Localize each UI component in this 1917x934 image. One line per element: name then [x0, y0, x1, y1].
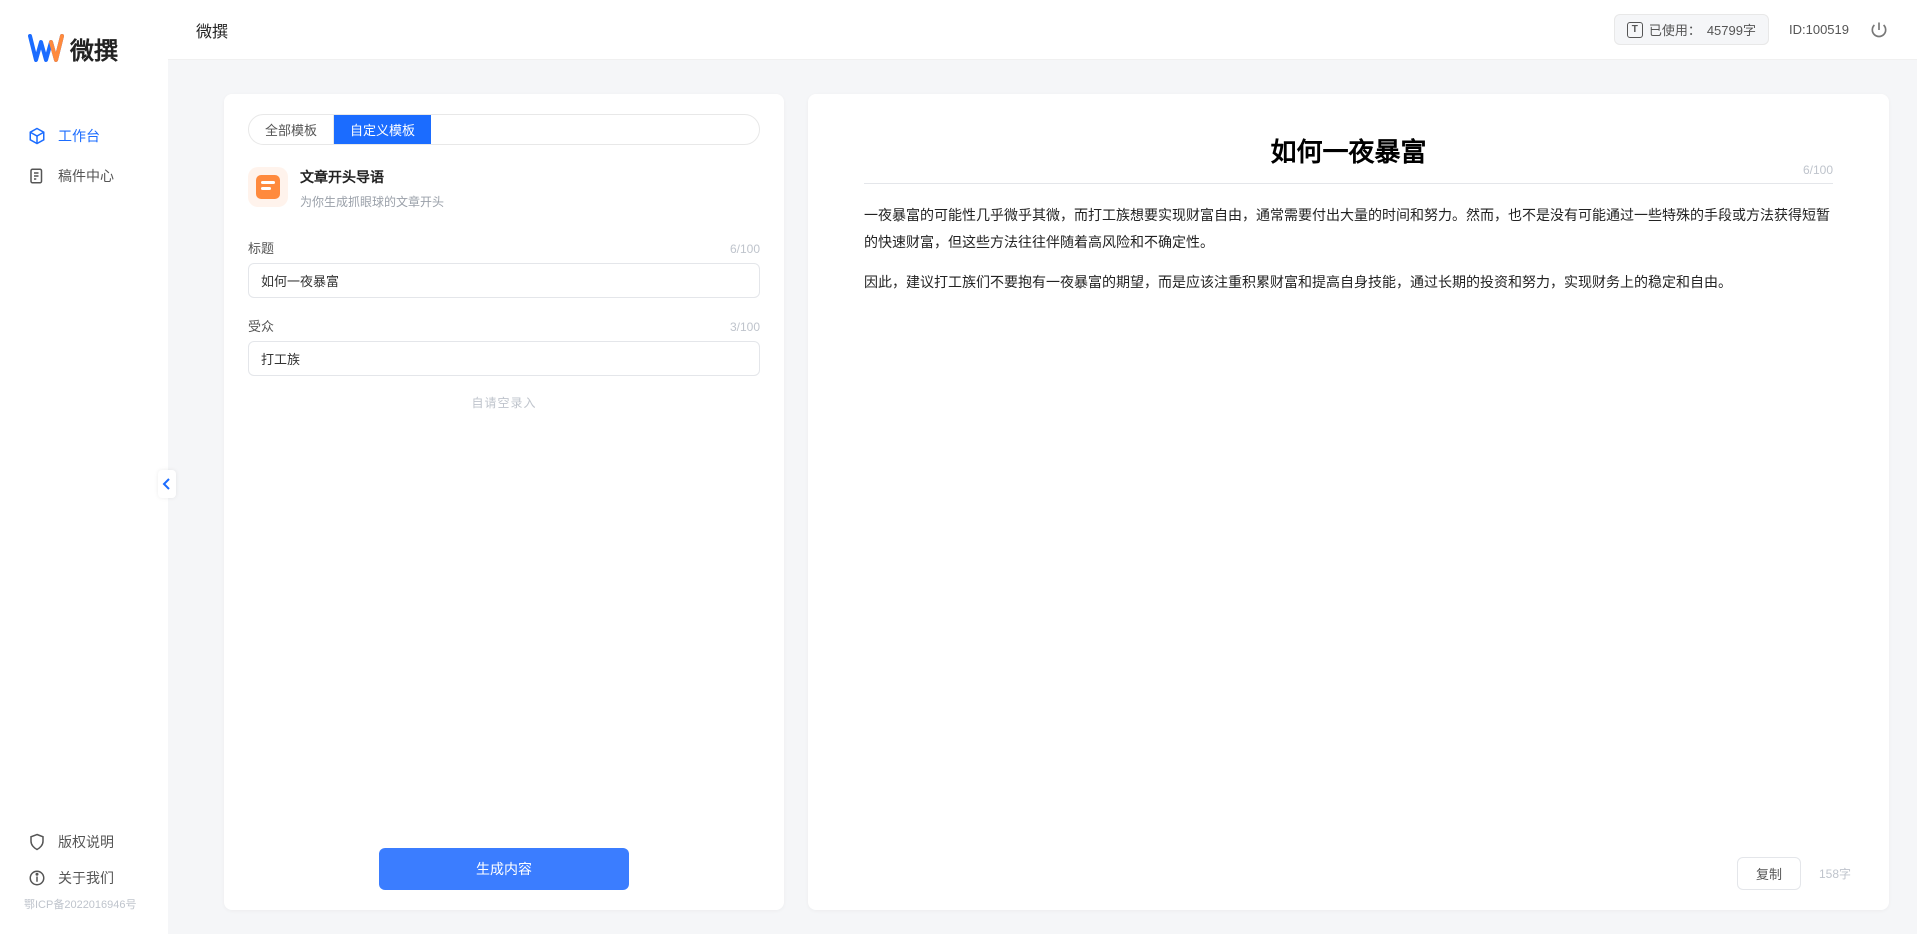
- word-count: 158字: [1819, 865, 1851, 882]
- title-count: 6/100: [730, 242, 760, 256]
- audience-input[interactable]: [248, 341, 760, 376]
- result-title: 如何一夜暴富: [864, 132, 1833, 169]
- field-audience: 受众 3/100: [248, 316, 760, 376]
- sidebar-item-label: 稿件中心: [58, 166, 114, 186]
- result-body: 一夜暴富的可能性几乎微乎其微，而打工族想要实现财富自由，通常需要付出大量的时间和…: [808, 184, 1889, 310]
- result-title-count: 6/100: [1803, 163, 1833, 177]
- audience-label: 受众: [248, 316, 274, 335]
- topbar: 微撰 T 已使用： 45799字 ID:100519: [168, 0, 1917, 60]
- sidebar-footer: 版权说明 关于我们 鄂ICP备2022016946号: [0, 824, 168, 934]
- result-footer: 复制 158字: [1737, 857, 1851, 890]
- cube-icon: [28, 127, 46, 145]
- tab-all-templates[interactable]: 全部模板: [249, 115, 334, 144]
- generate-button[interactable]: 生成内容: [379, 848, 629, 890]
- power-icon[interactable]: [1869, 20, 1889, 40]
- title-label: 标题: [248, 238, 274, 257]
- sidebar-item-label: 版权说明: [58, 832, 114, 852]
- result-paragraph: 一夜暴富的可能性几乎微乎其微，而打工族想要实现财富自由，通常需要付出大量的时间和…: [864, 202, 1833, 255]
- main-content: 全部模板 自定义模板 文章开头导语 为你生成抓眼球的文章开头 标题 6/100: [168, 60, 1917, 934]
- title-input[interactable]: [248, 263, 760, 298]
- document-lines-icon: [256, 175, 280, 199]
- usage-label: 已使用：: [1649, 20, 1701, 39]
- logo-icon: [28, 30, 64, 66]
- icp-label: 鄂ICP备2022016946号: [0, 896, 168, 922]
- field-title: 标题 6/100: [248, 238, 760, 298]
- usage-badge[interactable]: T 已使用： 45799字: [1614, 14, 1769, 45]
- app-name: 微撰: [70, 31, 118, 66]
- text-icon: T: [1627, 22, 1643, 38]
- audience-count: 3/100: [730, 320, 760, 334]
- template-tabs: 全部模板 自定义模板: [248, 114, 760, 145]
- auto-fill-hint: 自请空录入: [248, 394, 760, 411]
- input-form: 标题 6/100 受众 3/100 自请空录入: [248, 238, 760, 411]
- tab-custom-template[interactable]: 自定义模板: [334, 115, 431, 144]
- template-icon: [248, 167, 288, 207]
- template-header: 文章开头导语 为你生成抓眼球的文章开头: [248, 167, 760, 210]
- page-title: 微撰: [196, 18, 228, 42]
- sidebar-item-label: 工作台: [58, 126, 100, 146]
- sidebar-item-about[interactable]: 关于我们: [0, 860, 168, 896]
- sidebar-item-drafts[interactable]: 稿件中心: [0, 156, 168, 196]
- app-logo: 微撰: [0, 0, 168, 86]
- sidebar-item-copyright[interactable]: 版权说明: [0, 824, 168, 860]
- copy-button[interactable]: 复制: [1737, 857, 1801, 890]
- result-paragraph: 因此，建议打工族们不要抱有一夜暴富的期望，而是应该注重积累财富和提高自身技能，通…: [864, 269, 1833, 296]
- sidebar-nav: 工作台 稿件中心: [0, 116, 168, 824]
- shield-icon: [28, 833, 46, 851]
- form-panel: 全部模板 自定义模板 文章开头导语 为你生成抓眼球的文章开头 标题 6/100: [224, 94, 784, 910]
- user-id: ID:100519: [1789, 22, 1849, 37]
- document-icon: [28, 167, 46, 185]
- chevron-left-icon: [162, 478, 172, 490]
- info-icon: [28, 869, 46, 887]
- result-header: 如何一夜暴富 6/100: [864, 132, 1833, 184]
- template-desc: 为你生成抓眼球的文章开头: [300, 193, 444, 210]
- usage-value: 45799字: [1707, 20, 1756, 39]
- sidebar-item-label: 关于我们: [58, 868, 114, 888]
- sidebar-item-workbench[interactable]: 工作台: [0, 116, 168, 156]
- sidebar: 微撰 工作台 稿件中心 版权说明 关于我们 鄂ICP备2022016946号: [0, 0, 168, 934]
- result-panel: 如何一夜暴富 6/100 一夜暴富的可能性几乎微乎其微，而打工族想要实现财富自由…: [808, 94, 1889, 910]
- template-title: 文章开头导语: [300, 167, 444, 187]
- sidebar-collapse-button[interactable]: [158, 470, 176, 498]
